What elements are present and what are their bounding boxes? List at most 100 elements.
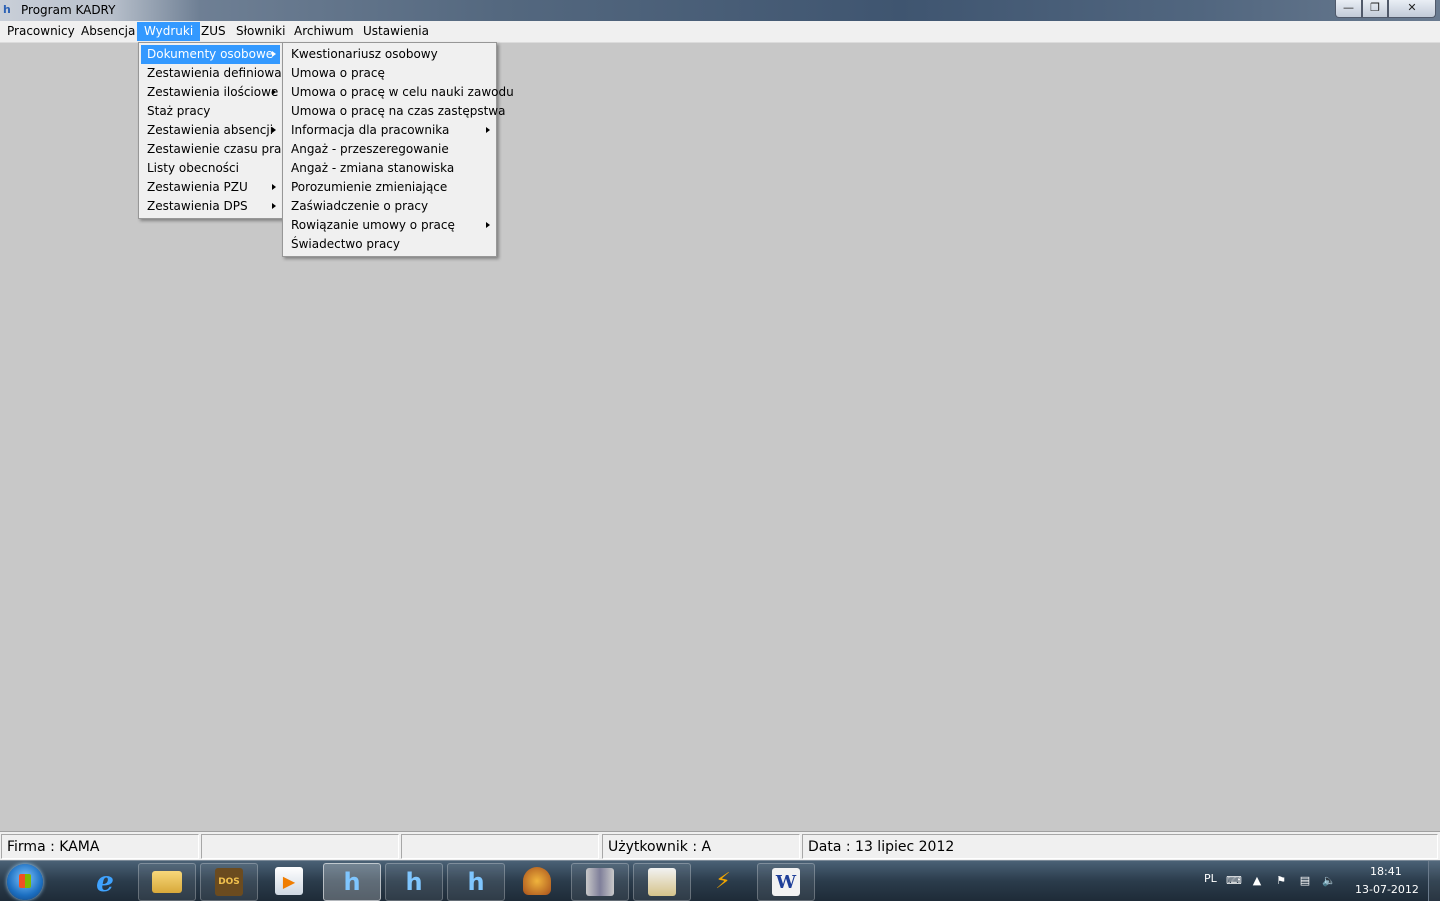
archive-icon xyxy=(586,868,614,896)
taskbar-kadry-1[interactable]: h xyxy=(323,863,381,901)
taskbar-file-explorer[interactable] xyxy=(138,863,196,901)
taskbar-lightning-app[interactable]: ⚡ xyxy=(695,863,751,899)
volume-icon[interactable]: 🔈 xyxy=(1322,874,1336,888)
menu-item-listy-obecnosci[interactable]: Listy obecności xyxy=(141,159,280,178)
status-empty-2 xyxy=(401,834,599,859)
keyboard-icon[interactable]: ⌨ xyxy=(1226,874,1242,888)
menu-item-informacja-dla-pracownika[interactable]: Informacja dla pracownika xyxy=(285,121,494,140)
menu-item-label: Dokumenty osobowe xyxy=(147,47,274,61)
clock-date[interactable]: 13-07-2012 xyxy=(1355,883,1419,896)
helmet-icon xyxy=(523,867,551,895)
action-center-flag-icon[interactable]: ⚑ xyxy=(1274,874,1288,888)
menu-item-umowa-zastepstwo[interactable]: Umowa o pracę na czas zastępstwa xyxy=(285,102,505,121)
language-indicator[interactable]: PL xyxy=(1204,872,1217,885)
status-uzytkownik: Użytkownik : A xyxy=(602,834,800,859)
menu-item-umowa-nauka-zawodu[interactable]: Umowa o pracę w celu nauki zawodu xyxy=(285,83,514,102)
menu-slowniki[interactable]: Słowniki xyxy=(229,22,292,41)
taskbar-archive-app[interactable] xyxy=(571,863,629,901)
taskbar-dosbox[interactable]: DOS xyxy=(200,863,258,901)
taskbar-word[interactable]: W xyxy=(757,863,815,901)
menu-item-label: Angaż - przeszeregowanie xyxy=(291,142,449,156)
status-empty-1 xyxy=(201,834,399,859)
menu-item-zestawienie-czasu-pracy[interactable]: Zestawienie czasu pracy xyxy=(141,140,295,159)
kadry-app-icon: h xyxy=(405,868,423,896)
show-desktop-button[interactable] xyxy=(1428,861,1440,901)
window-title: Program KADRY xyxy=(21,3,116,17)
menu-item-label: Porozumienie zmieniające xyxy=(291,180,448,194)
submenu-arrow-icon xyxy=(486,127,490,133)
submenu-arrow-icon xyxy=(272,184,276,190)
file-explorer-icon xyxy=(152,871,182,893)
menu-item-label: Zestawienia ilościowe xyxy=(147,85,279,99)
show-hidden-icons-icon[interactable]: ▲ xyxy=(1250,874,1264,888)
menu-item-label: Świadectwo pracy xyxy=(291,237,400,251)
taskbar: e DOS ▶ h h h ⚡ W PL ⌨ ▲ ⚑ ▤ 🔈 xyxy=(0,860,1440,901)
menu-item-angaz-przeszeregowanie[interactable]: Angaż - przeszeregowanie xyxy=(285,140,494,159)
menu-pracownicy[interactable]: Pracownicy xyxy=(0,22,82,41)
taskbar-media-player[interactable]: ▶ xyxy=(261,863,317,899)
taskbar-kadry-2[interactable]: h xyxy=(385,863,443,901)
menu-item-dokumenty-osobowe[interactable]: Dokumenty osobowe xyxy=(141,45,280,64)
menu-item-label: Umowa o pracę w celu nauki zawodu xyxy=(291,85,514,99)
kadry-app-icon: h xyxy=(343,868,361,896)
menu-item-label: Zaświadczenie o pracy xyxy=(291,199,429,213)
menu-wydruki[interactable]: Wydruki xyxy=(137,22,201,41)
app-icon: h xyxy=(3,3,11,16)
menu-item-label: Zestawienia absencji xyxy=(147,123,274,137)
minimize-button[interactable]: — xyxy=(1335,0,1362,18)
menu-item-staz-pracy[interactable]: Staż pracy xyxy=(141,102,280,121)
menu-item-zestawienia-ilosciowe[interactable]: Zestawienia ilościowe xyxy=(141,83,280,102)
menu-bar: Pracownicy Absencja Wydruki ZUS Słowniki… xyxy=(0,21,1440,43)
menu-item-zaswiadczenie-o-pracy[interactable]: Zaświadczenie o pracy xyxy=(285,197,494,216)
menu-item-zestawienia-definiowane[interactable]: Zestawienia definiowane xyxy=(141,64,297,83)
start-button[interactable] xyxy=(7,864,43,900)
menu-item-porozumienie-zmieniajace[interactable]: Porozumienie zmieniające xyxy=(285,178,494,197)
menu-ustawienia[interactable]: Ustawienia xyxy=(356,22,436,41)
menu-item-umowa-o-prace[interactable]: Umowa o pracę xyxy=(285,64,494,83)
media-player-icon: ▶ xyxy=(275,867,303,895)
network-icon[interactable]: ▤ xyxy=(1298,874,1312,888)
menu-item-angaz-zmiana-stanowiska[interactable]: Angaż - zmiana stanowiska xyxy=(285,159,494,178)
status-firma: Firma : KAMA xyxy=(1,834,199,859)
menu-item-zestawienia-pzu[interactable]: Zestawienia PZU xyxy=(141,178,280,197)
taskbar-helmet-app[interactable] xyxy=(509,863,565,899)
menu-item-label: Informacja dla pracownika xyxy=(291,123,450,137)
menu-item-rozwiazanie-umowy[interactable]: Rowiązanie umowy o pracę xyxy=(285,216,494,235)
folder-app-icon xyxy=(648,868,676,896)
taskbar-folder-app[interactable] xyxy=(633,863,691,901)
menu-item-label: Rowiązanie umowy o pracę xyxy=(291,218,455,232)
word-icon: W xyxy=(772,868,800,896)
status-data: Data : 13 lipiec 2012 xyxy=(802,834,1438,859)
dokumenty-osobowe-submenu: Kwestionariusz osobowy Umowa o pracę Umo… xyxy=(282,42,514,257)
menu-item-zestawienia-dps[interactable]: Zestawienia DPS xyxy=(141,197,280,216)
dosbox-icon: DOS xyxy=(215,868,243,896)
taskbar-kadry-3[interactable]: h xyxy=(447,863,505,901)
internet-explorer-icon: e xyxy=(96,864,114,898)
submenu-arrow-icon xyxy=(272,89,276,95)
menu-item-label: Listy obecności xyxy=(147,161,239,175)
menu-item-label: Zestawienia PZU xyxy=(147,180,248,194)
window-controls: — ❐ ✕ xyxy=(1335,0,1436,18)
menu-zus[interactable]: ZUS xyxy=(194,22,233,41)
taskbar-internet-explorer[interactable]: e xyxy=(77,863,133,899)
menu-item-label: Zestawienia DPS xyxy=(147,199,248,213)
clock-time[interactable]: 18:41 xyxy=(1370,865,1402,878)
menu-item-label: Kwestionariusz osobowy xyxy=(291,47,438,61)
menu-item-label: Umowa o pracę na czas zastępstwa xyxy=(291,104,506,118)
menu-item-label: Staż pracy xyxy=(147,104,211,118)
lightning-icon: ⚡ xyxy=(715,868,731,894)
kadry-app-icon: h xyxy=(467,868,485,896)
menu-item-zestawienia-absencji[interactable]: Zestawienia absencji xyxy=(141,121,280,140)
submenu-arrow-icon xyxy=(272,51,276,57)
menu-archiwum[interactable]: Archiwum xyxy=(287,22,361,41)
submenu-arrow-icon xyxy=(486,222,490,228)
menu-item-kwestionariusz-osobowy[interactable]: Kwestionariusz osobowy xyxy=(285,45,494,64)
title-bar[interactable]: h Program KADRY — ❐ ✕ xyxy=(0,0,1440,21)
menu-item-label: Zestawienia definiowane xyxy=(147,66,297,80)
restore-button[interactable]: ❐ xyxy=(1362,0,1388,18)
windows-logo-icon xyxy=(19,874,31,888)
menu-item-swiadectwo-pracy[interactable]: Świadectwo pracy xyxy=(285,235,494,254)
close-button[interactable]: ✕ xyxy=(1388,0,1436,18)
menu-absencja[interactable]: Absencja xyxy=(74,22,142,41)
wydruki-dropdown: Dokumenty osobowe Zestawienia definiowan… xyxy=(138,42,297,219)
